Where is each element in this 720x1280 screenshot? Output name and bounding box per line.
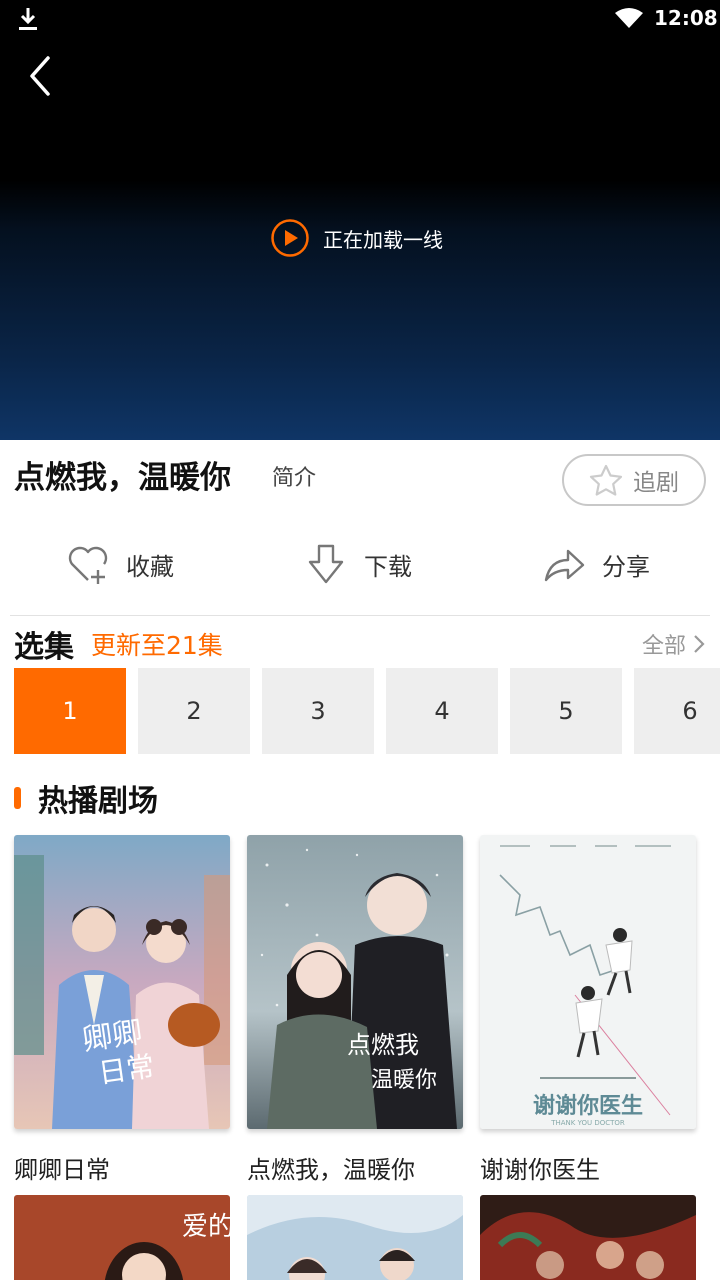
loading-indicator: 正在加载一线: [270, 218, 443, 258]
poster-title: 卿卿日常: [14, 1156, 110, 1184]
poster-title: 谢谢你医生: [480, 1156, 600, 1184]
poster-title: 点燃我，温暖你: [247, 1156, 415, 1184]
favorite-button[interactable]: 收藏: [66, 536, 174, 592]
download-button[interactable]: 下载: [304, 536, 412, 592]
show-title: 点燃我，温暖你: [14, 460, 231, 496]
download-label: 下载: [364, 552, 412, 581]
share-arrow-icon: [544, 549, 585, 582]
poster-card[interactable]: 爱的二八定律: [14, 1195, 230, 1280]
heart-plus-icon: [68, 546, 108, 584]
chevron-left-icon[interactable]: [22, 52, 62, 100]
episode-button[interactable]: 2: [138, 668, 250, 754]
poster-image: 卿卿 日常: [14, 835, 230, 1129]
status-time: 12:08: [654, 6, 718, 30]
poster-subtitle-art: THANK YOU DOCTOR: [550, 1119, 625, 1127]
poster-title-art: 爱的二八定律: [182, 1212, 230, 1242]
follow-button[interactable]: 追剧: [562, 454, 706, 506]
title-row: 点燃我，温暖你 简介 追剧: [14, 452, 706, 512]
follow-label: 追剧: [633, 470, 679, 496]
poster-card[interactable]: [480, 1195, 696, 1280]
episode-heading: 选集: [14, 630, 74, 665]
episode-update-text: 更新至21集: [91, 631, 223, 660]
hot-heading: 热播剧场: [38, 784, 158, 819]
episode-button[interactable]: 3: [262, 668, 374, 754]
episode-button[interactable]: 1: [14, 668, 126, 754]
episode-list: 1 2 3 4 5 6: [14, 668, 720, 754]
poster-card[interactable]: 卿卿 日常: [14, 835, 230, 1129]
loading-text: 正在加载一线: [323, 227, 443, 252]
download-arrow-icon: [308, 544, 344, 584]
poster-image: 点燃我 温暖你: [247, 835, 463, 1129]
chevron-right-icon: [694, 635, 705, 653]
hot-section-header: 热播剧场: [14, 776, 158, 820]
divider: [10, 615, 710, 616]
all-episodes-link[interactable]: 全部: [642, 628, 706, 660]
episode-button[interactable]: 5: [510, 668, 622, 754]
share-label: 分享: [602, 552, 650, 581]
section-accent-bar: [14, 787, 21, 809]
video-player[interactable]: 12:08 正在加载一线: [0, 0, 720, 440]
episode-button[interactable]: 6: [634, 668, 720, 754]
wifi-icon: [615, 8, 643, 28]
action-bar: 收藏 下载 分享: [0, 536, 720, 592]
poster-image: [480, 1195, 696, 1280]
star-icon: [589, 464, 623, 496]
poster-card[interactable]: 点燃我 温暖你: [247, 835, 463, 1129]
episode-button[interactable]: 4: [386, 668, 498, 754]
status-bar: 12:08: [0, 0, 720, 38]
episode-header: 选集 更新至21集 全部: [14, 620, 706, 665]
favorite-label: 收藏: [126, 552, 174, 581]
share-button[interactable]: 分享: [542, 536, 650, 592]
intro-link[interactable]: 简介: [272, 460, 316, 492]
poster-title-art: 点燃我: [347, 1031, 419, 1059]
download-icon: [19, 8, 37, 30]
poster-card[interactable]: 谢谢你医生 THANK YOU DOCTOR: [480, 835, 696, 1129]
poster-title-art: 谢谢你医生: [533, 1093, 643, 1119]
poster-title-art: 温暖你: [371, 1068, 437, 1093]
all-label: 全部: [641, 634, 686, 659]
poster-image: 爱的二八定律: [14, 1195, 230, 1280]
poster-image: 谢谢你医生 THANK YOU DOCTOR: [480, 835, 696, 1129]
play-circle-icon: [271, 219, 309, 257]
poster-image: [247, 1195, 463, 1280]
poster-card[interactable]: [247, 1195, 463, 1280]
